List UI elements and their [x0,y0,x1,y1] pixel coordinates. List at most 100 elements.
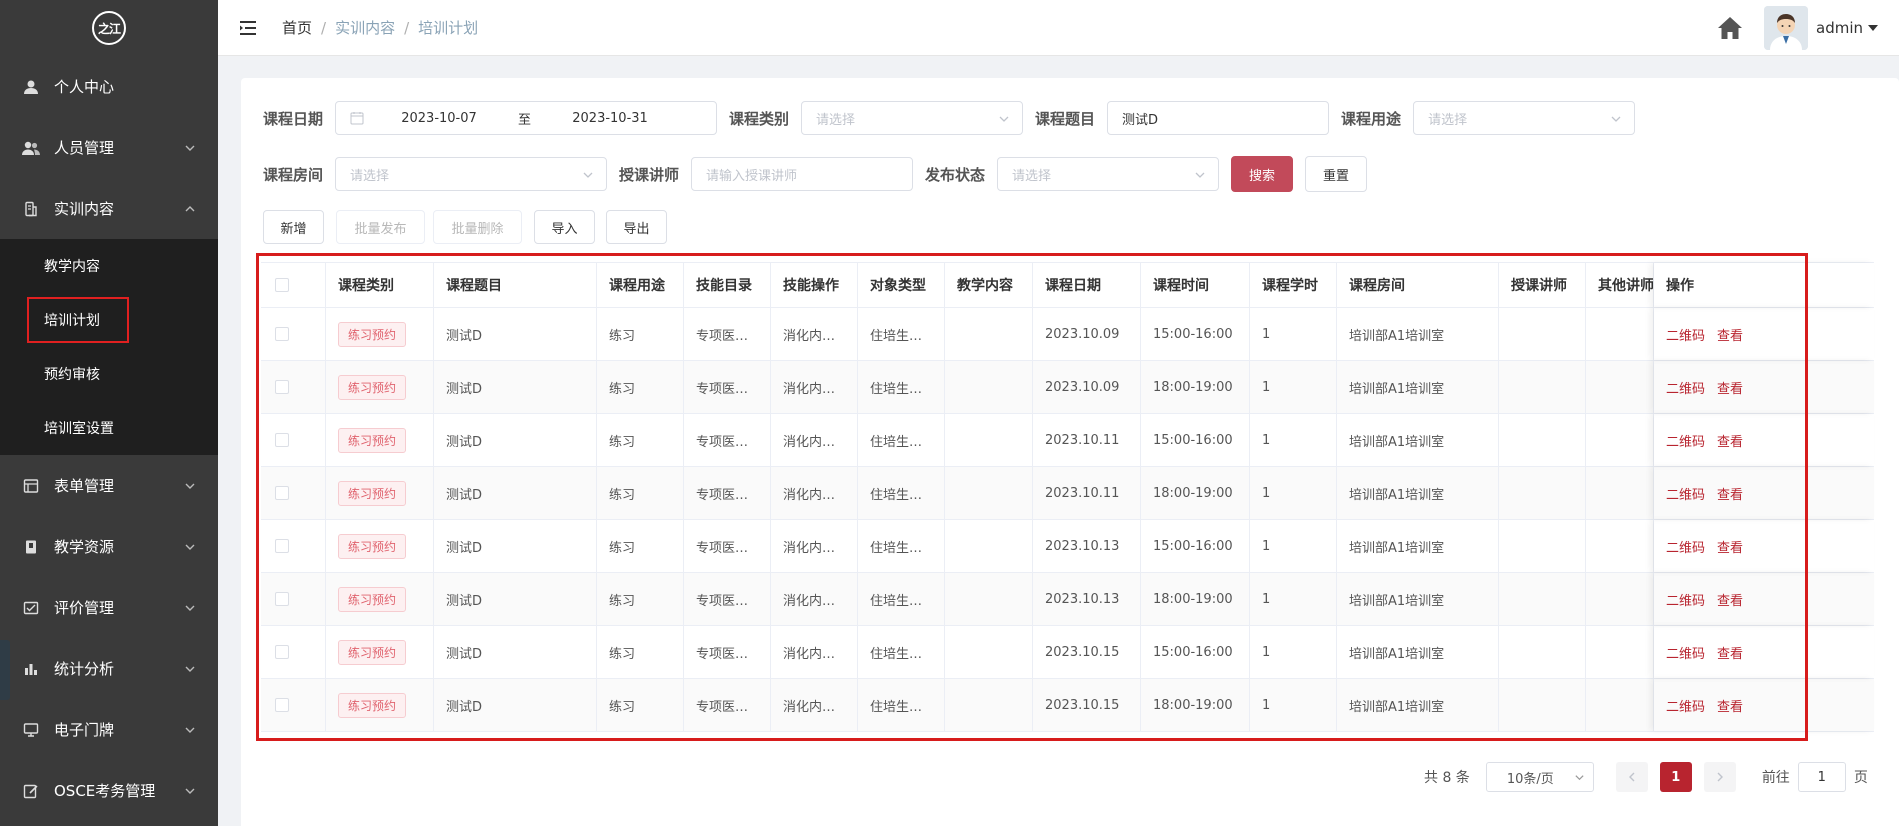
qrcode-link[interactable]: 二维码 [1666,643,1705,662]
search-button[interactable]: 搜索 [1231,156,1294,192]
menu-item-personnel[interactable]: 人员管理 [0,117,218,178]
purpose-label: 课程用途 [1341,109,1402,128]
chevron-down-icon [185,544,195,550]
menu-item-osce[interactable]: OSCE考务管理 [0,760,218,821]
view-link[interactable]: 查看 [1717,643,1743,662]
row-checkbox[interactable] [275,486,289,500]
row-checkbox[interactable] [275,698,289,712]
qrcode-link[interactable]: 二维码 [1666,590,1705,609]
qrcode-link[interactable]: 二维码 [1666,696,1705,715]
qrcode-link[interactable]: 二维码 [1666,431,1705,450]
page-size-select[interactable]: 10条/页 [1485,762,1594,792]
sub-item-training-plan[interactable]: 培训计划 [0,293,218,347]
menu-item-training-content[interactable]: 实训内容 [0,178,218,239]
menu-item-label: 个人中心 [54,78,115,96]
cell-teaching-content [945,626,1033,678]
purpose-select[interactable]: 请选择 [1413,101,1636,135]
row-checkbox[interactable] [275,327,289,341]
menu-toggle-icon[interactable] [238,18,258,38]
topic-input[interactable]: 测试D [1107,101,1330,135]
sub-item-booking-review[interactable]: 预约审核 [0,347,218,401]
sub-item-training-room-settings[interactable]: 培训室设置 [0,401,218,455]
cell-target-type: 住培生… [858,414,945,466]
cell-other-teacher [1586,414,1654,466]
view-link[interactable]: 查看 [1717,325,1743,344]
cell-purpose: 练习 [597,679,684,731]
reset-button[interactable]: 重置 [1305,156,1368,192]
cell-hours: 1 [1250,679,1337,731]
teacher-input[interactable]: 请输入授课讲师 [691,157,914,191]
cell-room: 培训部A1培训室 [1337,520,1499,572]
cell-date: 2023.10.11 [1033,414,1141,466]
select-all-checkbox[interactable] [275,278,289,292]
breadcrumb-home[interactable]: 首页 [282,17,312,38]
cell-teacher [1499,573,1586,625]
menu-item-statistics[interactable]: 统计分析 [0,638,218,699]
date-start[interactable]: 2023-10-07 [374,111,504,126]
home-icon[interactable] [1716,14,1744,42]
menu-item-personal-center[interactable]: 个人中心 [0,56,218,117]
menu-item-label: 实训内容 [54,200,115,218]
cell-date: 2023.10.09 [1033,361,1141,413]
qrcode-link[interactable]: 二维码 [1666,378,1705,397]
menu-item-teaching-resources[interactable]: 教学资源 [0,516,218,577]
row-checkbox[interactable] [275,539,289,553]
page-number-button[interactable]: 1 [1659,762,1692,792]
cell-date: 2023.10.13 [1033,573,1141,625]
status-select[interactable]: 请选择 [997,157,1220,191]
row-checkbox[interactable] [275,645,289,659]
logo: 之江 [92,11,126,45]
username[interactable]: admin [1816,19,1863,37]
date-range-picker[interactable]: 2023-10-07 至 2023-10-31 [335,101,718,135]
total-count: 共 8 条 [1424,770,1470,786]
menu-item-form-management[interactable]: 表单管理 [0,455,218,516]
next-page-button[interactable] [1703,762,1736,792]
caret-down-icon[interactable] [1867,22,1879,34]
qrcode-link[interactable]: 二维码 [1666,537,1705,556]
cell-hours: 1 [1250,308,1337,360]
avatar[interactable] [1764,6,1808,50]
column-header: 其他讲师 [1586,263,1654,307]
row-checkbox[interactable] [275,433,289,447]
view-link[interactable]: 查看 [1717,590,1743,609]
calendar-icon [350,112,364,125]
qrcode-link[interactable]: 二维码 [1666,325,1705,344]
breadcrumb-training-content[interactable]: 实训内容 [335,17,395,38]
goto-page-input[interactable] [1797,762,1846,792]
user-icon [22,78,40,96]
menu-item-e-doorplate[interactable]: 电子门牌 [0,699,218,760]
view-link[interactable]: 查看 [1717,537,1743,556]
view-link[interactable]: 查看 [1717,484,1743,503]
qrcode-link[interactable]: 二维码 [1666,484,1705,503]
menu-item-label: 人员管理 [54,139,115,157]
view-link[interactable]: 查看 [1717,431,1743,450]
side-drawer-handle[interactable] [0,640,10,700]
sub-item-teaching-content[interactable]: 教学内容 [0,239,218,293]
menu-item-evaluation[interactable]: 评价管理 [0,577,218,638]
view-link[interactable]: 查看 [1717,378,1743,397]
room-select[interactable]: 请选择 [335,157,608,191]
cell-category: 练习预约 [326,361,434,413]
book-icon [22,538,40,556]
prev-page-button[interactable] [1615,762,1648,792]
batch-publish-button[interactable]: 批量发布 [336,210,425,244]
chevron-right-icon [1717,772,1723,782]
cell-date: 2023.10.13 [1033,520,1141,572]
export-button[interactable]: 导出 [606,210,667,244]
category-select[interactable]: 请选择 [801,101,1024,135]
view-link[interactable]: 查看 [1717,696,1743,715]
date-separator: 至 [518,112,532,128]
cell-teacher [1499,308,1586,360]
batch-delete-button[interactable]: 批量删除 [433,210,522,244]
import-button[interactable]: 导入 [534,210,595,244]
row-checkbox[interactable] [275,592,289,606]
cell-target-type: 住培生… [858,679,945,731]
submenu-training-content: 教学内容 培训计划 预约审核 培训室设置 [0,239,218,455]
cell-target-type: 住培生… [858,573,945,625]
add-button[interactable]: 新增 [263,210,324,244]
row-checkbox[interactable] [275,380,289,394]
sidebar: 之江 个人中心 人员管理 实训内容 教学内容 培训计划 预约审核 培训室设置 表… [0,0,218,826]
date-end[interactable]: 2023-10-31 [545,111,675,126]
chevron-down-icon [185,145,195,151]
category-placeholder: 请选择 [816,112,856,128]
